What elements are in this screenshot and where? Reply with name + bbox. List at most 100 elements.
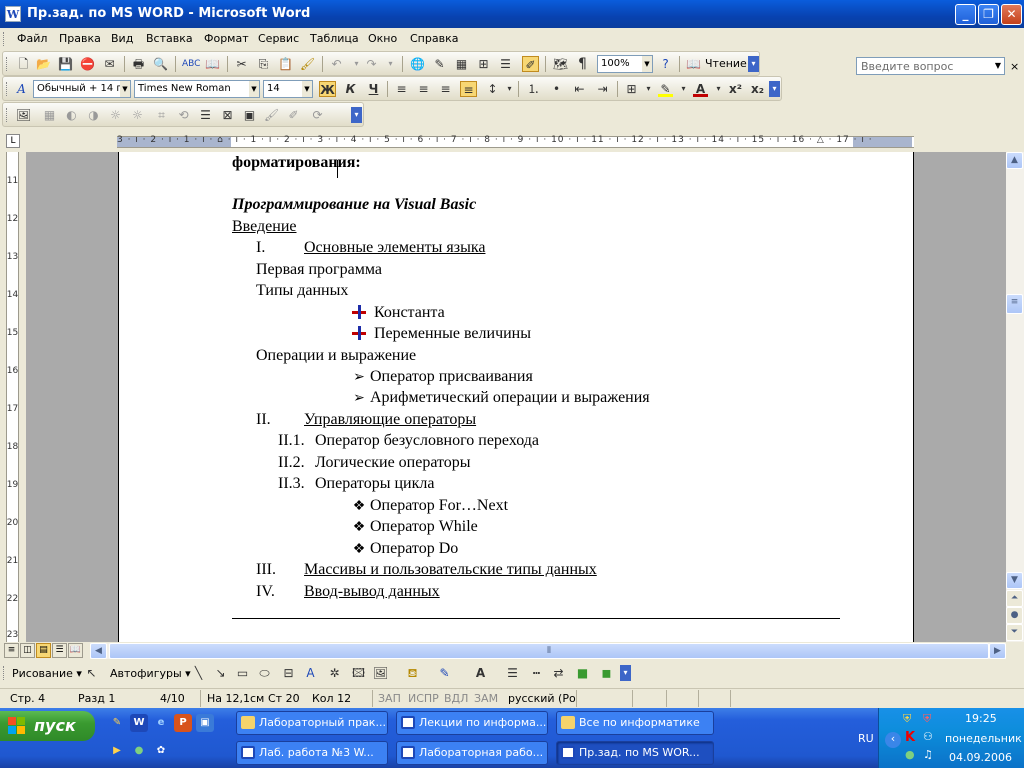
- reading-layout-button[interactable]: 📖: [68, 643, 83, 658]
- insert-picture-icon[interactable]: 🖼: [15, 107, 32, 123]
- rotate-icon[interactable]: ⟲: [175, 107, 192, 123]
- list-item[interactable]: ❖ Оператор Do: [348, 539, 459, 559]
- list-item[interactable]: ❖ Оператор While: [348, 517, 478, 537]
- undo-icon[interactable]: ↶: [328, 56, 345, 72]
- doc-line[interactable]: Операторы цикла: [315, 474, 434, 493]
- redo-dropdown-icon[interactable]: ▾: [382, 56, 399, 72]
- chevron-left-icon[interactable]: ‹: [885, 732, 901, 748]
- doc-line[interactable]: Основные элементы языка: [304, 238, 485, 257]
- select-objects-icon[interactable]: ↖: [83, 665, 100, 681]
- text-box-icon[interactable]: ⊟: [280, 665, 297, 681]
- doc-line[interactable]: Оператор безусловного перехода: [315, 431, 539, 450]
- shield-icon[interactable]: ⛨: [903, 712, 911, 726]
- document-map-icon[interactable]: 🗺: [552, 56, 569, 72]
- previous-page-button[interactable]: ⏶: [1006, 590, 1023, 607]
- arrow-style-icon[interactable]: ⇄: [550, 665, 567, 681]
- help-icon[interactable]: ?: [657, 56, 674, 72]
- menu-format[interactable]: Формат: [204, 32, 249, 45]
- chevron-down-icon[interactable]: ▼: [992, 58, 1004, 74]
- line-color-icon[interactable]: ✎: [436, 665, 453, 681]
- horizontal-scrollbar[interactable]: ◀ ⦀ ▶: [90, 643, 1006, 659]
- style-select[interactable]: Обычный + 14 г ▼: [33, 80, 131, 98]
- shadow-icon[interactable]: ■: [574, 665, 591, 681]
- borders-dropdown-icon[interactable]: ▾: [640, 81, 657, 97]
- browser-icon[interactable]: ●: [130, 742, 148, 760]
- superscript-icon[interactable]: x²: [727, 81, 744, 97]
- doc-line[interactable]: форматирования:: [232, 153, 361, 172]
- dash-style-icon[interactable]: ┅: [528, 665, 545, 681]
- less-brightness-icon[interactable]: ☼: [129, 107, 146, 123]
- email-icon[interactable]: ✉: [101, 56, 118, 72]
- hyperlink-icon[interactable]: 🌐: [409, 56, 426, 72]
- web-view-button[interactable]: ◫: [20, 643, 35, 658]
- menu-insert[interactable]: Вставка: [146, 32, 193, 45]
- text-wrapping-icon[interactable]: ▣: [241, 107, 258, 123]
- highlight-dropdown-icon[interactable]: ▾: [675, 81, 692, 97]
- italic-button[interactable]: К: [342, 81, 359, 97]
- print-layout-button[interactable]: ▤: [36, 643, 51, 658]
- doc-line[interactable]: Ввод-вывод данных: [304, 582, 440, 601]
- insert-excel-icon[interactable]: ⊞: [475, 56, 492, 72]
- numbering-icon[interactable]: ⒈: [525, 81, 542, 97]
- zoom-select[interactable]: 100% ▼: [597, 55, 653, 73]
- menu-table[interactable]: Таблица: [310, 32, 359, 45]
- toolbar-options-icon[interactable]: ▾: [620, 665, 631, 681]
- toolbar-grip[interactable]: [3, 666, 6, 680]
- read-icon[interactable]: 📖: [685, 56, 702, 72]
- doc-line[interactable]: Первая программа: [256, 260, 382, 279]
- rectangle-icon[interactable]: ▭: [234, 665, 251, 681]
- show-desktop-icon[interactable]: ▣: [196, 714, 214, 732]
- scroll-right-button[interactable]: ▶: [989, 643, 1006, 659]
- volume-icon[interactable]: ♫: [923, 748, 933, 761]
- open-folder-icon[interactable]: 📂: [35, 56, 52, 72]
- crop-icon[interactable]: ⌗: [153, 107, 170, 123]
- decrease-indent-icon[interactable]: ⇤: [571, 81, 588, 97]
- status-ext[interactable]: ВДЛ: [444, 692, 468, 705]
- autoshapes-menu-button[interactable]: Автофигуры ▾: [110, 667, 191, 680]
- underline-button[interactable]: Ч: [365, 81, 382, 97]
- arrow-icon[interactable]: ↘: [212, 665, 229, 681]
- scroll-left-button[interactable]: ◀: [90, 643, 107, 659]
- antivirus-icon[interactable]: ⛨: [923, 712, 931, 726]
- ask-question-input[interactable]: Введите вопрос ▼: [856, 57, 1005, 75]
- 3d-icon[interactable]: ◼: [598, 665, 615, 681]
- drawing-toggle-icon[interactable]: ✐: [522, 56, 539, 72]
- normal-view-button[interactable]: ≡: [4, 643, 19, 658]
- status-ovr[interactable]: ЗАМ: [474, 692, 498, 705]
- next-page-button[interactable]: ⏷: [1006, 624, 1023, 641]
- tables-borders-icon[interactable]: ✎: [431, 56, 448, 72]
- powerpoint-quick-launch-icon[interactable]: P: [174, 714, 192, 732]
- status-rec[interactable]: ЗАП: [378, 692, 401, 705]
- tray-globe-icon[interactable]: ●: [905, 748, 915, 761]
- clip-art-icon[interactable]: 🖾: [350, 665, 367, 681]
- minimize-button[interactable]: _: [955, 4, 976, 25]
- diagram-icon[interactable]: ✲: [326, 665, 343, 681]
- cut-icon[interactable]: ✂: [233, 56, 250, 72]
- draw-font-color-icon[interactable]: A: [472, 665, 489, 681]
- doc-line[interactable]: Логические операторы: [315, 453, 471, 472]
- doc-line[interactable]: Управляющие операторы: [304, 410, 476, 429]
- line-spacing-dropdown-icon[interactable]: ▾: [501, 81, 518, 97]
- chevron-down-icon[interactable]: ▼: [302, 81, 312, 97]
- list-item[interactable]: ➢ Оператор присваивания: [348, 367, 533, 387]
- bullets-icon[interactable]: •: [548, 81, 565, 97]
- ie-quick-launch-icon[interactable]: e: [152, 714, 170, 732]
- compress-icon[interactable]: ⊠: [219, 107, 236, 123]
- research-icon[interactable]: 📖: [204, 56, 221, 72]
- styles-pane-icon[interactable]: A: [13, 81, 30, 97]
- taskbar-button[interactable]: Лаб. работа №3 W...: [236, 741, 388, 765]
- less-contrast-icon[interactable]: ◑: [85, 107, 102, 123]
- doc-line[interactable]: Введение: [232, 217, 297, 236]
- toolbar-grip[interactable]: [6, 82, 9, 96]
- align-left-icon[interactable]: ≡: [393, 81, 410, 97]
- format-painter-icon[interactable]: 🖌: [299, 56, 316, 72]
- reset-picture-icon[interactable]: ⟳: [309, 107, 326, 123]
- quick-launch-icon[interactable]: ✎: [108, 714, 126, 732]
- line-style-icon[interactable]: ☰: [197, 107, 214, 123]
- doc-line[interactable]: Типы данных: [256, 281, 348, 300]
- close-button[interactable]: ✕: [1001, 4, 1022, 25]
- close-document-button[interactable]: ×: [1010, 60, 1019, 73]
- new-document-icon[interactable]: 🗋: [15, 56, 32, 72]
- menu-view[interactable]: Вид: [111, 32, 133, 45]
- redo-icon[interactable]: ↷: [363, 56, 380, 72]
